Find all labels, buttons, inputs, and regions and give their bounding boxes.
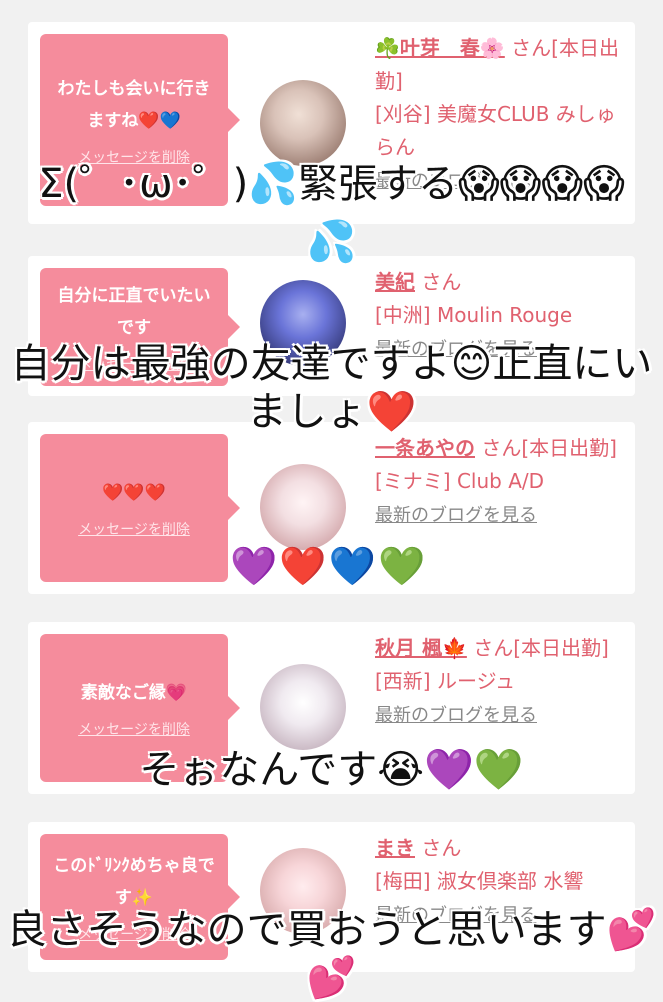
blog-link[interactable]: 最新のブログを見る xyxy=(375,705,537,726)
profile-name-link[interactable]: 秋月 楓🍁 xyxy=(375,636,467,660)
message-text: 素敵なご縁💗 xyxy=(80,683,188,703)
profile-info: 秋月 楓🍁 さん[本日出勤] [西新] ルージュ 最新のブログを見る xyxy=(375,632,625,732)
profile-name-link[interactable]: 一条あやの xyxy=(375,436,475,460)
message-text: わたしも会いに行きますね❤️💙 xyxy=(57,79,211,131)
avatar[interactable] xyxy=(260,464,346,550)
shop-name: [梅田] 淑女倶楽部 水響 xyxy=(375,869,584,893)
avatar[interactable] xyxy=(260,80,346,166)
avatar[interactable] xyxy=(260,664,346,750)
profile-name-link[interactable]: まき xyxy=(375,836,415,860)
overlay-emoji-row: 💜❤️💙💚 xyxy=(230,544,428,588)
shop-name: [ミナミ] Club A/D xyxy=(375,469,545,493)
shop-name: [中洲] Moulin Rouge xyxy=(375,303,573,327)
name-suffix: さん xyxy=(421,836,462,860)
profile-info: 一条あやの さん[本日出勤] [ミナミ] Club A/D 最新のブログを見る xyxy=(375,432,625,532)
message-text: 自分に正直でいたいです xyxy=(57,286,211,338)
blog-link[interactable]: 最新のブログを見る xyxy=(375,505,537,526)
overlay-caption: そぉなんです😭💜💚 xyxy=(139,747,524,793)
delete-message-link[interactable]: メッセージを削除 xyxy=(78,719,190,739)
message-text: ❤️❤️❤️ xyxy=(102,483,166,503)
name-suffix: さん[本日出勤] xyxy=(473,636,609,660)
shop-name: [刈谷] 美魔女CLUB みしゅらん xyxy=(375,102,616,159)
overlay-caption: 良さそうなので買おうと思います💕💕 xyxy=(6,907,657,1001)
delete-message-link[interactable]: メッセージを削除 xyxy=(78,519,190,539)
name-suffix: さん[本日出勤] xyxy=(481,436,617,460)
overlay-caption: Σ(゜･ω･゜)💦緊張する😱😱😱😱 xyxy=(38,161,625,207)
shop-name: [西新] ルージュ xyxy=(375,669,516,693)
name-suffix: さん xyxy=(421,270,462,294)
profile-name-link[interactable]: 美紀 xyxy=(375,270,415,294)
message-text: このﾄﾞﾘﾝｸめちゃ良です✨ xyxy=(53,856,215,908)
overlay-caption: 自分は最強の友達ですよ😊正直にいましょ❤️ xyxy=(10,341,653,435)
overlay-caption: 💦 xyxy=(306,219,357,265)
message-bubble: ❤️❤️❤️ メッセージを削除 xyxy=(40,434,240,582)
profile-name-link[interactable]: ☘️叶芽 春🌸 xyxy=(375,36,505,60)
